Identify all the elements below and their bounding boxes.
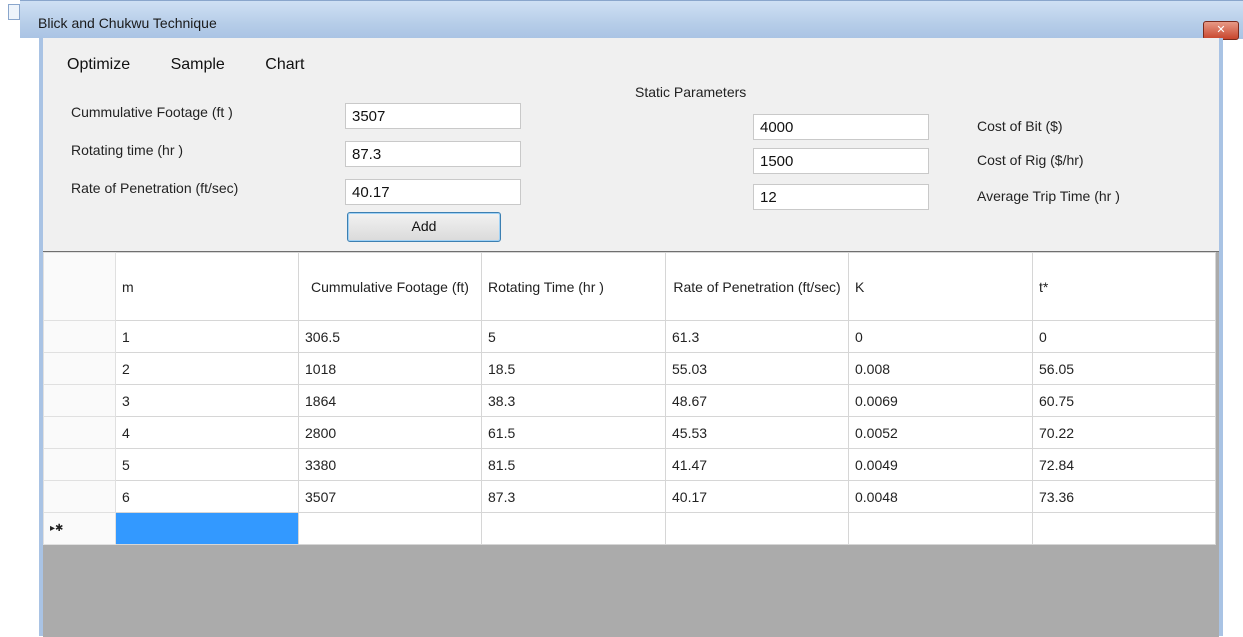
row-header[interactable] (43, 384, 116, 417)
cell-k[interactable]: 0.0069 (848, 384, 1033, 417)
row-header[interactable] (43, 448, 116, 481)
cell-m[interactable]: 4 (115, 416, 299, 449)
menu-sample[interactable]: Sample (171, 56, 225, 74)
new-row-cell-m[interactable] (115, 512, 299, 545)
new-row-cell-rop[interactable] (665, 512, 849, 545)
table-row[interactable]: 2 1018 18.5 55.03 0.008 56.05 (43, 352, 1216, 385)
table-row[interactable]: 4 2800 61.5 45.53 0.0052 70.22 (43, 416, 1216, 449)
cell-m[interactable]: 1 (115, 320, 299, 353)
data-grid[interactable]: m Cummulative Footage (ft) Rotating Time… (43, 251, 1219, 637)
trip-time-input[interactable] (753, 184, 929, 210)
cell-rotating-time[interactable]: 81.5 (481, 448, 666, 481)
trip-time-label: Average Trip Time (hr ) (977, 188, 1120, 204)
cell-k[interactable]: 0.0048 (848, 480, 1033, 513)
menu-bar: Optimize Sample Chart (67, 56, 340, 74)
column-header-footage[interactable]: Cummulative Footage (ft) (298, 252, 482, 321)
rop-input[interactable] (345, 179, 521, 205)
footage-label: Cummulative Footage (ft ) (71, 104, 233, 120)
new-row-marker-icon: ▸✱ (43, 512, 116, 545)
cell-rop[interactable]: 45.53 (665, 416, 849, 449)
window-title: Blick and Chukwu Technique (38, 15, 217, 31)
cell-m[interactable]: 3 (115, 384, 299, 417)
row-header[interactable] (43, 352, 116, 385)
cell-k[interactable]: 0.0052 (848, 416, 1033, 449)
cell-t-star[interactable]: 0 (1032, 320, 1216, 353)
rotating-time-input[interactable] (345, 141, 521, 167)
cell-rotating-time[interactable]: 87.3 (481, 480, 666, 513)
cell-m[interactable]: 2 (115, 352, 299, 385)
bit-cost-input[interactable] (753, 114, 929, 140)
results-table: m Cummulative Footage (ft) Rotating Time… (43, 252, 1216, 545)
table-row[interactable]: 6 3507 87.3 40.17 0.0048 73.36 (43, 480, 1216, 513)
rig-cost-input[interactable] (753, 148, 929, 174)
cell-t-star[interactable]: 73.36 (1032, 480, 1216, 513)
cell-t-star[interactable]: 60.75 (1032, 384, 1216, 417)
cell-footage[interactable]: 1864 (298, 384, 482, 417)
table-row[interactable]: 5 3380 81.5 41.47 0.0049 72.84 (43, 448, 1216, 481)
cell-k[interactable]: 0 (848, 320, 1033, 353)
cell-footage[interactable]: 3507 (298, 480, 482, 513)
new-row-cell-rotating-time[interactable] (481, 512, 666, 545)
new-row-cell-footage[interactable] (298, 512, 482, 545)
cell-footage[interactable]: 306.5 (298, 320, 482, 353)
footage-input[interactable] (345, 103, 521, 129)
rig-cost-label: Cost of Rig ($/hr) (977, 152, 1084, 168)
cell-rotating-time[interactable]: 5 (481, 320, 666, 353)
window-system-icon (8, 4, 20, 20)
left-margin (20, 38, 39, 636)
column-header-rotating-time[interactable]: Rotating Time (hr ) (481, 252, 666, 321)
static-parameters-heading: Static Parameters (635, 84, 747, 100)
row-header[interactable] (43, 480, 116, 513)
row-header[interactable] (43, 416, 116, 449)
cell-footage[interactable]: 3380 (298, 448, 482, 481)
menu-chart[interactable]: Chart (265, 56, 304, 74)
cell-rotating-time[interactable]: 61.5 (481, 416, 666, 449)
cell-rop[interactable]: 61.3 (665, 320, 849, 353)
main-window: Optimize Sample Chart Cummulative Footag… (39, 38, 1223, 637)
cell-footage[interactable]: 1018 (298, 352, 482, 385)
cell-rotating-time[interactable]: 18.5 (481, 352, 666, 385)
rop-label: Rate of Penetration (ft/sec) (71, 180, 239, 196)
bit-cost-label: Cost of Bit ($) (977, 118, 1063, 134)
row-header[interactable] (43, 320, 116, 353)
row-header-corner (43, 252, 116, 321)
new-row[interactable]: ▸✱ (43, 512, 1216, 545)
new-row-cell-t-star[interactable] (1032, 512, 1216, 545)
cell-t-star[interactable]: 70.22 (1032, 416, 1216, 449)
menu-optimize[interactable]: Optimize (67, 56, 130, 74)
table-header-row: m Cummulative Footage (ft) Rotating Time… (43, 252, 1216, 321)
cell-rop[interactable]: 41.47 (665, 448, 849, 481)
cell-footage[interactable]: 2800 (298, 416, 482, 449)
new-row-cell-k[interactable] (848, 512, 1033, 545)
cell-rop[interactable]: 55.03 (665, 352, 849, 385)
cell-rotating-time[interactable]: 38.3 (481, 384, 666, 417)
cell-rop[interactable]: 40.17 (665, 480, 849, 513)
window-titlebar: Blick and Chukwu Technique ✕ (20, 0, 1243, 40)
cell-m[interactable]: 6 (115, 480, 299, 513)
cell-t-star[interactable]: 72.84 (1032, 448, 1216, 481)
column-header-k[interactable]: K (848, 252, 1033, 321)
cell-rop[interactable]: 48.67 (665, 384, 849, 417)
cell-m[interactable]: 5 (115, 448, 299, 481)
table-row[interactable]: 1 306.5 5 61.3 0 0 (43, 320, 1216, 353)
column-header-m[interactable]: m (115, 252, 299, 321)
column-header-t-star[interactable]: t* (1032, 252, 1216, 321)
column-header-rop[interactable]: Rate of Penetration (ft/sec) (665, 252, 849, 321)
cell-k[interactable]: 0.0049 (848, 448, 1033, 481)
table-row[interactable]: 3 1864 38.3 48.67 0.0069 60.75 (43, 384, 1216, 417)
cell-k[interactable]: 0.008 (848, 352, 1033, 385)
rotating-time-label: Rotating time (hr ) (71, 142, 184, 158)
cell-t-star[interactable]: 56.05 (1032, 352, 1216, 385)
add-button[interactable]: Add (347, 212, 501, 242)
